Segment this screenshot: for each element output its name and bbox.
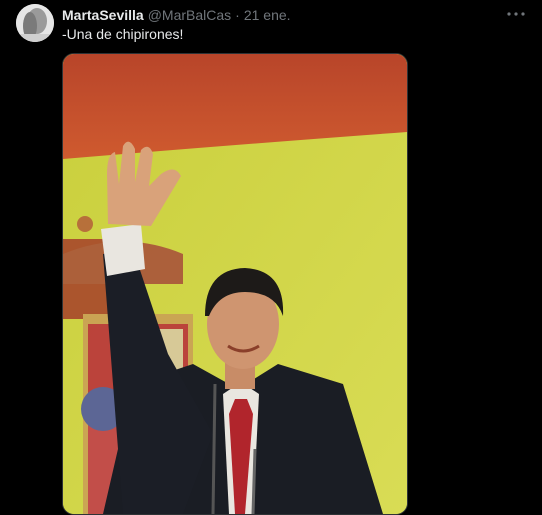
tweet-text: -Una de chipirones! <box>62 26 184 42</box>
separator-dot: · <box>235 7 240 23</box>
more-icon[interactable] <box>506 5 526 23</box>
tweet-header: MartaSevilla @MarBalCas · 21 ene. <box>62 6 502 24</box>
avatar-image <box>16 4 54 42</box>
author-name[interactable]: MartaSevilla <box>62 7 144 23</box>
timestamp[interactable]: 21 ene. <box>244 7 291 23</box>
tweet[interactable]: MartaSevilla @MarBalCas · 21 ene. -Una d… <box>0 0 542 515</box>
avatar[interactable] <box>16 4 54 42</box>
author-handle[interactable]: @MarBalCas <box>148 7 231 23</box>
tweet-media-photo[interactable] <box>62 53 408 515</box>
photo-image <box>63 54 407 514</box>
